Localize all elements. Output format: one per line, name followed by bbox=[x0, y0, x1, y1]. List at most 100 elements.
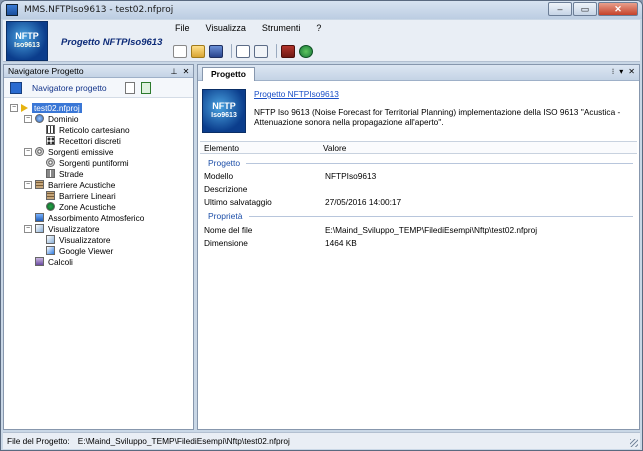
tree-node-project[interactable]: − test02.nfproj bbox=[10, 102, 193, 113]
nftp-logo: NFTP Iso9613 bbox=[6, 21, 48, 61]
close-icon[interactable]: ✕ bbox=[181, 67, 191, 76]
google-viewer-icon bbox=[46, 246, 55, 255]
tab-progetto[interactable]: Progetto bbox=[202, 67, 255, 81]
book-icon[interactable] bbox=[281, 44, 295, 58]
speaker-icon bbox=[35, 147, 44, 156]
tree-node-label: Barriere Acustiche bbox=[48, 179, 116, 190]
project-link[interactable]: Progetto NFTPIso9613 bbox=[254, 89, 339, 99]
tree-node-label: Strade bbox=[59, 168, 84, 179]
globe-icon[interactable] bbox=[299, 44, 313, 58]
section-proprieta: Proprietà bbox=[200, 210, 637, 222]
app-icon bbox=[6, 4, 18, 16]
property-value: 1464 KB bbox=[325, 238, 357, 248]
column-valore: Valore bbox=[323, 142, 347, 153]
refresh-document-icon[interactable] bbox=[140, 81, 151, 94]
new-file-icon[interactable] bbox=[173, 44, 187, 58]
property-grid-header: Elemento Valore bbox=[200, 141, 637, 154]
column-elemento: Elemento bbox=[204, 142, 240, 153]
tree-node-strade[interactable]: Strade bbox=[10, 168, 193, 179]
property-value: E:\Maind_Sviluppo_TEMP\FilediEsempi\Nftp… bbox=[325, 225, 538, 235]
window-layout-icon[interactable] bbox=[236, 44, 250, 58]
tree-node-google-viewer[interactable]: Google Viewer bbox=[10, 245, 193, 256]
project-title: Progetto NFTPIso9613 bbox=[61, 37, 163, 48]
tree-node-visualizzatore[interactable]: Visualizzatore bbox=[10, 234, 193, 245]
tab-list-icon[interactable]: ⁝ bbox=[612, 67, 615, 76]
tree-node-label: Zone Acustiche bbox=[59, 201, 116, 212]
collapse-icon[interactable]: − bbox=[24, 180, 32, 189]
tree-node-label: Assorbimento Atmosferico bbox=[48, 212, 145, 223]
collapse-icon[interactable]: − bbox=[24, 224, 32, 233]
tree-node-assorbimento[interactable]: Assorbimento Atmosferico bbox=[10, 212, 193, 223]
calc-icon bbox=[35, 257, 44, 266]
tree-node-calcoli[interactable]: Calcoli bbox=[10, 256, 193, 267]
section-divider bbox=[248, 215, 633, 217]
collapse-icon[interactable]: − bbox=[24, 114, 32, 123]
tab-strip: Progetto ⁝ ▾ ✕ bbox=[198, 65, 639, 81]
menu-file[interactable]: File bbox=[175, 23, 190, 33]
barrier-icon bbox=[46, 191, 55, 200]
close-button[interactable]: ✕ bbox=[598, 2, 638, 16]
pin-icon[interactable]: ⊥ bbox=[169, 67, 179, 76]
maximize-button[interactable]: ▭ bbox=[573, 2, 597, 16]
tree-node-recettori[interactable]: Recettori discreti bbox=[10, 135, 193, 146]
navigator-title: Navigatore progetto bbox=[32, 82, 107, 93]
receivers-icon bbox=[46, 136, 55, 145]
app-window: MMS.NFTPIso9613 - test02.nfproj – ▭ ✕ NF… bbox=[0, 0, 643, 451]
road-icon bbox=[46, 169, 55, 178]
menu-bar: File Visualizza Strumenti ? bbox=[175, 23, 337, 33]
info-logo-main: NFTP bbox=[212, 101, 236, 111]
navigator-panel-header: Navigatore Progetto ⊥ ✕ bbox=[4, 65, 193, 78]
tree-node-dominio[interactable]: − Dominio bbox=[10, 113, 193, 124]
navigator-panel: Navigatore Progetto ⊥ ✕ Navigatore proge… bbox=[3, 64, 194, 430]
property-row[interactable]: Ultimo salvataggio 27/05/2016 14:00:17 bbox=[200, 196, 637, 208]
collapse-icon[interactable]: − bbox=[24, 147, 32, 156]
project-icon bbox=[21, 103, 28, 112]
section-divider bbox=[246, 162, 633, 164]
tab-close-icon[interactable]: ✕ bbox=[628, 67, 635, 76]
property-row[interactable]: Descrizione bbox=[200, 183, 637, 195]
property-key: Ultimo salvataggio bbox=[204, 197, 272, 207]
section-progetto: Progetto bbox=[200, 157, 637, 169]
point-source-icon bbox=[46, 158, 55, 167]
tree-node-reticolo[interactable]: Reticolo cartesiano bbox=[10, 124, 193, 135]
menu-visualizza[interactable]: Visualizza bbox=[206, 23, 246, 33]
zone-icon bbox=[46, 202, 55, 211]
status-file-path: E:\Maind_Sviluppo_TEMP\FilediEsempi\Nftp… bbox=[77, 436, 290, 446]
project-tree: − test02.nfproj − Dominio Reticolo carte… bbox=[4, 98, 193, 267]
tree-node-label: Barriere Lineari bbox=[59, 190, 116, 201]
tree-node-barriere[interactable]: − Barriere Acustiche bbox=[10, 179, 193, 190]
tree-node-label: Recettori discreti bbox=[59, 135, 121, 146]
status-label: File del Progetto: bbox=[7, 436, 70, 446]
project-info-box: NFTP Iso9613 Progetto NFTPIso9613 NFTP I… bbox=[200, 86, 637, 138]
panel-layout-icon[interactable] bbox=[254, 44, 268, 58]
property-value: 27/05/2016 14:00:17 bbox=[325, 197, 402, 207]
toolbar bbox=[173, 44, 317, 58]
home-icon[interactable] bbox=[10, 81, 22, 94]
toolbar-separator bbox=[231, 44, 232, 58]
property-key: Descrizione bbox=[204, 184, 248, 194]
logo-sub-text: Iso9613 bbox=[14, 42, 40, 49]
property-row[interactable]: Dimensione 1464 KB bbox=[200, 237, 637, 249]
tree-node-sorgenti[interactable]: − Sorgenti emissive bbox=[10, 146, 193, 157]
menu-help[interactable]: ? bbox=[316, 23, 321, 33]
tree-node-label: Google Viewer bbox=[59, 245, 114, 256]
open-folder-icon[interactable] bbox=[191, 44, 205, 58]
title-bar: MMS.NFTPIso9613 - test02.nfproj – ▭ ✕ bbox=[1, 1, 642, 19]
tree-node-puntiformi[interactable]: Sorgenti puntiformi bbox=[10, 157, 193, 168]
save-icon[interactable] bbox=[209, 44, 223, 58]
document-icon[interactable] bbox=[124, 81, 135, 94]
tree-node-zone[interactable]: Zone Acustiche bbox=[10, 201, 193, 212]
menu-strumenti[interactable]: Strumenti bbox=[262, 23, 301, 33]
property-row[interactable]: Nome del file E:\Maind_Sviluppo_TEMP\Fil… bbox=[200, 224, 637, 236]
info-logo-sub: Iso9613 bbox=[211, 112, 237, 119]
property-row[interactable]: Modello NFTPIso9613 bbox=[200, 170, 637, 182]
minimize-button[interactable]: – bbox=[548, 2, 572, 16]
tree-node-barriere-lineari[interactable]: Barriere Lineari bbox=[10, 190, 193, 201]
resize-grip-icon[interactable] bbox=[630, 439, 638, 447]
tree-node-visualizzatori[interactable]: − Visualizzatore bbox=[10, 223, 193, 234]
property-key: Nome del file bbox=[204, 225, 253, 235]
tab-dropdown-icon[interactable]: ▾ bbox=[619, 67, 623, 76]
collapse-icon[interactable]: − bbox=[10, 103, 18, 112]
tree-node-label: Sorgenti puntiformi bbox=[59, 157, 129, 168]
property-key: Modello bbox=[204, 171, 234, 181]
